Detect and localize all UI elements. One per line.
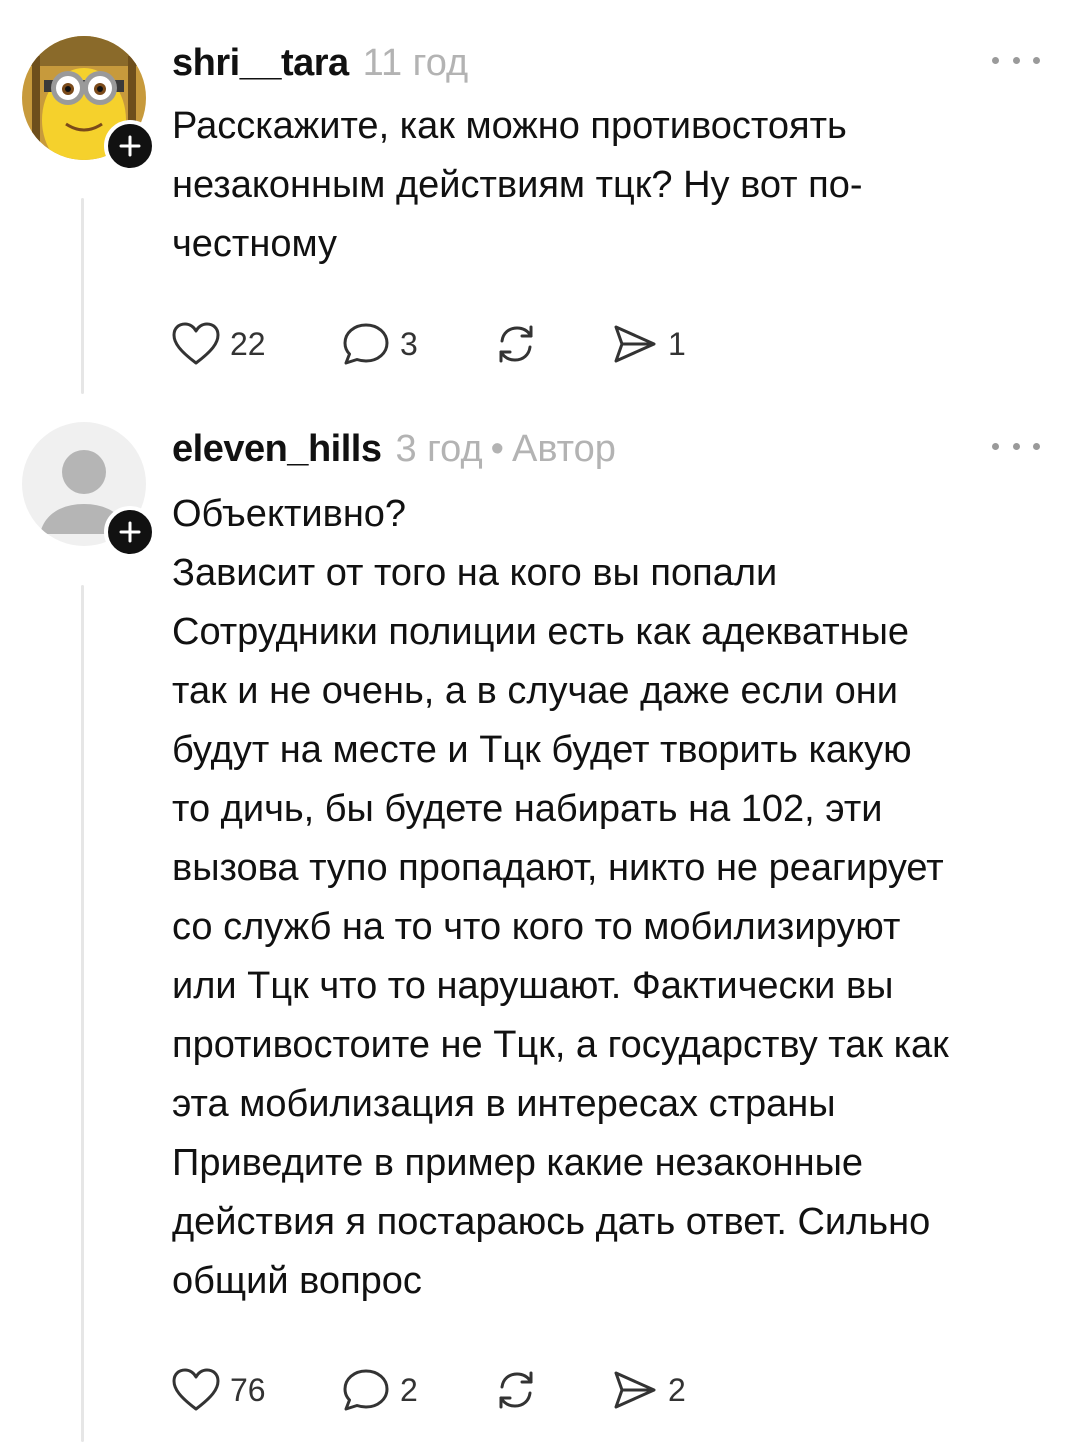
share-button[interactable]: 2 (608, 1367, 686, 1413)
comment-line: незаконным действиям тцк? Ну вот по- (172, 164, 863, 206)
share-button[interactable]: 1 (608, 321, 686, 367)
dot-icon (992, 56, 999, 64)
comment-line: действия я постараюсь дать ответ. Сильно (172, 1201, 931, 1243)
thread-line (81, 585, 84, 1442)
comment-line: противостоите не Тцк, а государству так … (172, 1024, 949, 1066)
author-label: Автор (511, 428, 616, 470)
username[interactable]: shri__tara (172, 42, 349, 84)
comment-bubble-icon (343, 1369, 389, 1411)
timestamp: 3 год (395, 428, 483, 470)
follow-button[interactable] (104, 506, 156, 558)
more-options-button[interactable] (992, 436, 1040, 456)
comment-1: shri__tara 11 год Расскажите, как можно п… (0, 0, 1080, 410)
comment-line: Объективно? (172, 493, 407, 535)
reply-button[interactable]: 3 (340, 321, 490, 367)
username[interactable]: eleven_hills (172, 428, 382, 470)
comment-line: Приведите в пример какие незаконные (172, 1142, 864, 1184)
comment-line: будут на месте и Тцк будет творить какую (172, 729, 912, 771)
comment-line: эта мобилизация в интересах страны (172, 1083, 836, 1125)
comment-bubble-icon (343, 323, 389, 365)
like-count: 22 (230, 326, 266, 362)
comment-line: со служб на то что кого то мобилизируют (172, 906, 901, 948)
plus-icon (119, 521, 141, 543)
like-count: 76 (230, 1372, 266, 1408)
dot-icon (1033, 442, 1040, 450)
share-count: 2 (668, 1372, 686, 1408)
comment-2: eleven_hills 3 год • Автор Объективно? Зави… (0, 410, 1080, 1442)
comment-actions: 76 2 2 (170, 1368, 686, 1412)
comment-line: Зависит от того на кого вы попали (172, 552, 778, 594)
like-button[interactable]: 22 (170, 321, 340, 367)
comment-header: shri__tara 11 год (172, 44, 468, 82)
comment-actions: 22 3 1 (170, 322, 686, 366)
comment-text: Расскажите, как можно противостоять неза… (172, 97, 1052, 274)
like-button[interactable]: 76 (170, 1367, 340, 1413)
heart-icon (172, 322, 220, 365)
heart-icon (172, 1368, 220, 1411)
comment-header: eleven_hills 3 год • Автор (172, 430, 616, 468)
comment-line: честному (172, 223, 338, 265)
share-count: 1 (668, 326, 686, 362)
repost-icon (499, 1371, 533, 1409)
plus-icon (119, 135, 141, 157)
repost-button[interactable] (490, 321, 608, 367)
timestamp: 11 год (362, 42, 469, 84)
send-icon (614, 325, 656, 363)
meta-separator: • (490, 428, 504, 470)
comment-line: общий вопрос (172, 1260, 422, 1302)
comment-text: Объективно? Зависит от того на кого вы п… (172, 485, 1052, 1311)
repost-icon (499, 325, 533, 363)
dot-icon (992, 442, 999, 450)
reply-button[interactable]: 2 (340, 1367, 490, 1413)
dot-icon (1012, 56, 1020, 64)
thread-line (81, 198, 84, 394)
comment-line: так и не очень, а в случае даже если они (172, 670, 898, 712)
comment-line: вызова тупо пропадают, никто не реагируе… (172, 847, 944, 889)
comment-line: то дичь, бы будете набирать на 102, эти (172, 788, 883, 830)
follow-button[interactable] (104, 120, 156, 172)
repost-button[interactable] (490, 1367, 608, 1413)
more-options-button[interactable] (992, 50, 1040, 70)
dot-icon (1012, 442, 1020, 450)
dot-icon (1033, 56, 1040, 64)
send-icon (614, 1371, 656, 1409)
comment-line: Сотрудники полиции есть как адекватные (172, 611, 910, 653)
reply-count: 2 (400, 1372, 418, 1408)
reply-count: 3 (400, 326, 418, 362)
comment-line: или Тцк что то нарушают. Фактически вы (172, 965, 894, 1007)
comment-line: Расскажите, как можно противостоять (172, 105, 847, 147)
